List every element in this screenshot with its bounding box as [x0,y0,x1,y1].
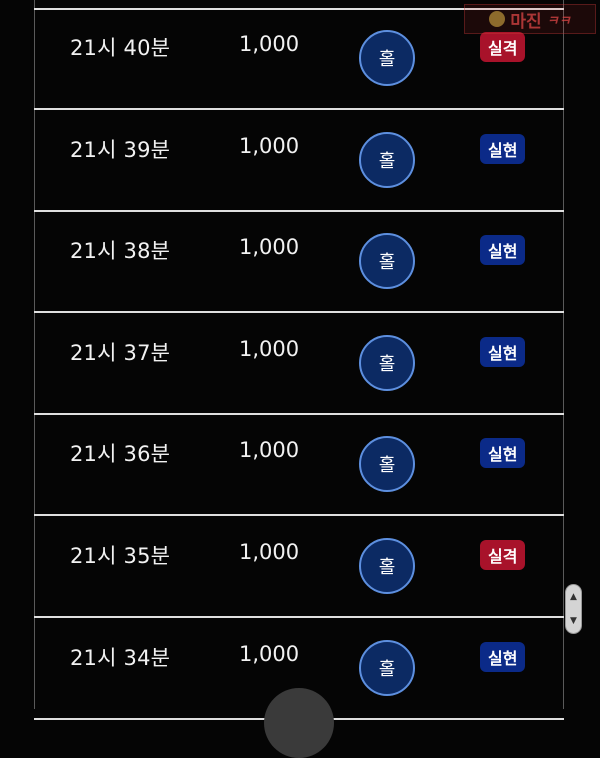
round-time: 21시 35분 [70,544,171,568]
bet-amount: 1,000 [239,641,300,666]
result-badge: 실현 [480,133,526,164]
bet-amount: 1,000 [239,336,300,361]
pick-badge: 홀 [359,639,415,696]
history-row: 21시 38분 1,000 홀 실현 [34,213,564,314]
watermark-mark: ㅋㅋ [546,13,571,29]
round-time: 21시 34분 [70,645,171,670]
chevron-up-icon: ▲ [570,592,577,602]
result-badge: 실현 [480,235,526,266]
result-badge: 실현 [480,438,526,469]
bet-amount: 1,000 [239,133,300,158]
pick-badge: 홀 [359,538,415,594]
pick-badge: 홀 [359,233,415,290]
pick-badge: 홀 [359,436,415,493]
history-row: 21시 36분 1,000 홀 실현 [34,416,564,517]
watermark-logo: 마진 ㅋㅋ [464,4,596,34]
result-badge: 실격 [480,32,526,62]
history-row: 21시 35분 1,000 홀 실격 [34,518,564,618]
bet-amount: 1,000 [239,235,300,260]
watermark-text: 마진 [510,11,542,32]
round-time: 21시 40분 [70,36,171,60]
round-time: 21시 38분 [70,239,171,264]
bet-amount: 1,000 [239,438,300,463]
history-row: 21시 39분 1,000 홀 실현 [34,112,564,212]
result-badge: 실현 [480,336,526,367]
bet-amount: 1,000 [239,32,300,56]
pick-badge: 홀 [359,30,415,86]
scroll-handle[interactable]: ▲ ▼ [565,584,582,634]
round-time: 21시 39분 [70,137,171,162]
result-badge: 실격 [480,540,526,570]
round-time: 21시 36분 [70,442,171,467]
round-time: 21시 37분 [70,340,171,365]
floating-action-button[interactable] [264,688,334,758]
result-badge: 실현 [480,641,526,672]
chevron-down-icon: ▼ [570,616,577,626]
seal-icon [489,11,506,27]
history-row: 21시 37분 1,000 홀 실현 [34,315,564,415]
pick-badge: 홀 [359,334,415,391]
pick-badge: 홀 [359,131,415,188]
bet-amount: 1,000 [239,540,300,564]
